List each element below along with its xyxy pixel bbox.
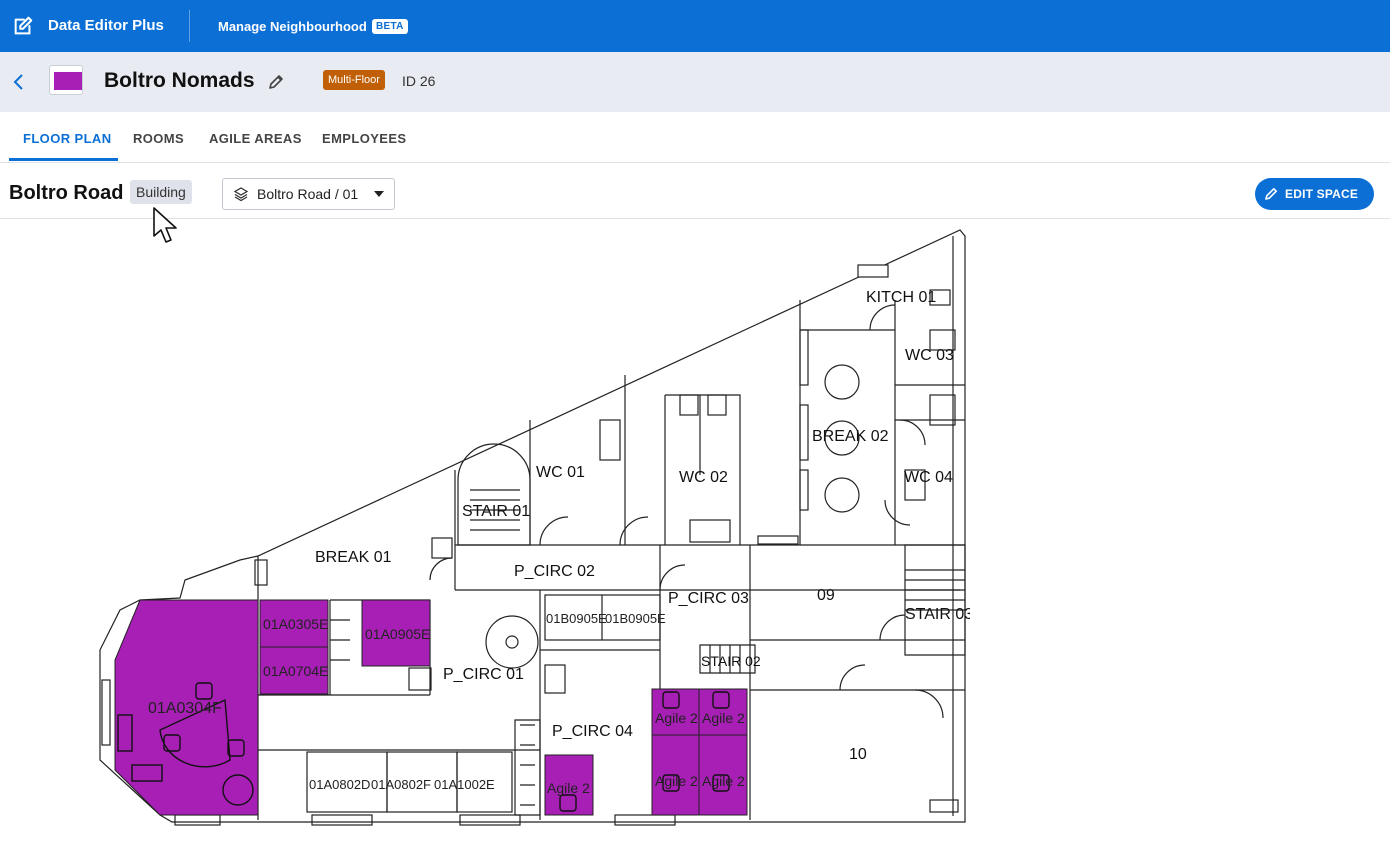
floor-toolbar: Boltro Road Building Boltro Road / 01 ED… [0, 163, 1390, 219]
desk-label-01A0802F: 01A0802F [371, 777, 431, 792]
agile-label-3: Agile 2 [655, 773, 698, 789]
edit-document-icon[interactable] [12, 15, 34, 37]
agile-label-2: Agile 2 [702, 710, 745, 726]
agile-label-5: Agile 2 [547, 780, 590, 796]
neighbourhood-header: Boltro Nomads Multi-Floor ID 26 [0, 52, 1390, 112]
beta-badge: BETA [372, 19, 408, 34]
desk-label-01A0305E: 01A0305E [263, 616, 328, 632]
app-title[interactable]: Data Editor Plus [48, 17, 164, 34]
room-label-break01: BREAK 01 [315, 549, 392, 566]
desk-label-01A0704E: 01A0704E [263, 663, 328, 679]
room-label-pcirc04: P_CIRC 04 [552, 723, 633, 740]
pencil-icon [1265, 188, 1277, 200]
dropdown-caret-icon [374, 191, 384, 197]
room-label-09: 09 [817, 587, 835, 604]
back-chevron-icon[interactable] [10, 72, 28, 92]
room-label-10: 10 [849, 746, 867, 763]
room-label-break02: BREAK 02 [812, 428, 889, 445]
room-label-pcirc03: P_CIRC 03 [668, 590, 749, 607]
tab-bar: FLOOR PLAN ROOMS AGILE AREAS EMPLOYEES [0, 112, 1390, 163]
edit-space-button[interactable]: EDIT SPACE [1255, 178, 1374, 210]
room-label-stair01: STAIR 01 [462, 503, 530, 520]
tab-floor-plan[interactable]: FLOOR PLAN [23, 131, 112, 146]
desk-label-01B0905E-1: 01B0905E [546, 611, 607, 626]
building-name: Boltro Road [9, 182, 124, 204]
desk-label-01A1002E: 01A1002E [434, 777, 495, 792]
edit-name-pencil-icon[interactable] [266, 72, 286, 92]
room-label-pcirc01: P_CIRC 01 [443, 666, 524, 683]
id-label: ID 26 [402, 73, 436, 89]
active-tab-indicator [9, 158, 118, 161]
edit-space-label: EDIT SPACE [1285, 187, 1359, 201]
room-label-wc03: WC 03 [905, 347, 954, 364]
room-label-wc02: WC 02 [679, 469, 728, 486]
room-label-kitch01: KITCH 01 [866, 289, 936, 306]
floor-selector[interactable]: Boltro Road / 01 [222, 178, 395, 210]
top-app-bar: Data Editor Plus Manage Neighbourhood BE… [0, 0, 1390, 52]
nav-manage-neighbourhood[interactable]: Manage Neighbourhood [218, 19, 367, 34]
room-label-pcirc02: P_CIRC 02 [514, 563, 595, 580]
tab-agile-areas[interactable]: AGILE AREAS [209, 131, 302, 146]
desk-label-01B0905E-2: 01B0905E [605, 611, 666, 626]
room-label-stair03: STAIR 03 [905, 606, 970, 623]
page-title: Boltro Nomads [104, 69, 255, 92]
floor-plan-canvas[interactable]: KITCH 01 WC 03 BREAK 02 WC 04 WC 01 WC 0… [90, 226, 970, 831]
room-label-stair02: STAIR 02 [701, 653, 761, 669]
desk-label-01A0304F: 01A0304F [148, 700, 222, 717]
topbar-divider [189, 10, 190, 42]
multi-floor-badge: Multi-Floor [323, 70, 385, 90]
color-swatch [54, 72, 82, 90]
desk-label-01A0905E: 01A0905E [365, 626, 430, 642]
layers-icon [233, 187, 249, 202]
room-label-wc04: WC 04 [904, 469, 953, 486]
mouse-cursor-icon [153, 207, 177, 243]
tab-employees[interactable]: EMPLOYEES [322, 131, 407, 146]
desk-label-01A0802D: 01A0802D [309, 777, 370, 792]
agile-label-4: Agile 2 [702, 773, 745, 789]
building-chip[interactable]: Building [130, 180, 192, 204]
tab-rooms[interactable]: ROOMS [133, 131, 184, 146]
room-label-wc01: WC 01 [536, 464, 585, 481]
agile-label-1: Agile 2 [655, 710, 698, 726]
floor-selector-value: Boltro Road / 01 [257, 186, 359, 202]
